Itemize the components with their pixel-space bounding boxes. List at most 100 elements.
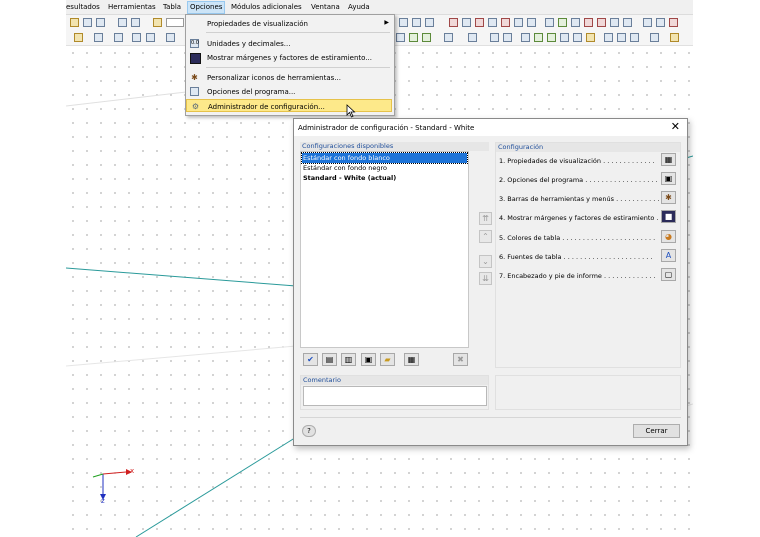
menu-item-program-options[interactable]: Opciones del programa... — [186, 85, 392, 98]
toolbar-icon[interactable] — [409, 33, 418, 42]
toolbar-icon[interactable] — [610, 18, 619, 27]
delete-button[interactable]: ✖ — [453, 353, 468, 366]
toolbar-icon[interactable] — [146, 33, 155, 42]
grid-line — [135, 430, 307, 537]
toolbar-icon[interactable] — [396, 33, 405, 42]
menu-ayuda[interactable]: Ayuda — [348, 3, 370, 11]
check-button[interactable]: ✔ — [303, 353, 318, 366]
move-down-button[interactable]: ⌄ — [479, 255, 492, 268]
dialog-title-bar: Administrador de configuración - Standar… — [294, 119, 687, 136]
move-top-button[interactable]: ⇈ — [479, 212, 492, 225]
rename-button[interactable]: ▥ — [341, 353, 356, 366]
toolbar-icon[interactable] — [132, 33, 141, 42]
toolbar-icon[interactable] — [501, 18, 510, 27]
toolbar-icon[interactable] — [399, 18, 408, 27]
grid-line — [66, 267, 297, 287]
menu-ventana[interactable]: Ventana — [311, 3, 340, 11]
list-item[interactable]: Standard - White (actual) — [302, 173, 467, 183]
font-icon[interactable]: A — [661, 249, 676, 262]
toolbar-icon[interactable] — [643, 18, 652, 27]
toolbar-icon[interactable] — [670, 33, 679, 42]
export-button[interactable]: ▦ — [404, 353, 419, 366]
config-manager-icon: ⚙ — [191, 102, 200, 111]
toolbar-icon[interactable] — [503, 33, 512, 42]
toolbar-icon[interactable] — [83, 18, 92, 27]
toolbar-icon[interactable] — [425, 18, 434, 27]
menu-separator — [206, 67, 390, 68]
close-icon[interactable]: ✕ — [671, 121, 680, 133]
toolbar-icon[interactable] — [527, 18, 536, 27]
toolbar-icon[interactable] — [558, 18, 567, 27]
move-up-button[interactable]: ⌃ — [479, 230, 492, 243]
menu-item-display-properties[interactable]: Propiedades de visualización ▶ — [186, 17, 392, 30]
toolbar-icon[interactable] — [449, 18, 458, 27]
toolbar-icon[interactable] — [70, 18, 79, 27]
toolbar-icon[interactable] — [650, 33, 659, 42]
toolbar-icon[interactable] — [571, 18, 580, 27]
toolbar-icon[interactable] — [166, 33, 175, 42]
toolbar-icon[interactable] — [545, 18, 554, 27]
toolbar-icon[interactable] — [114, 33, 123, 42]
report-icon[interactable]: ▢ — [661, 268, 676, 281]
toolbar-icon[interactable] — [547, 33, 556, 42]
config-item-display-properties: 1. Propiedades de visualización . . . . … — [499, 157, 655, 165]
menu-resultados[interactable]: esultados — [66, 3, 100, 11]
x-axis-line — [102, 471, 127, 475]
help-button[interactable]: ? — [302, 425, 316, 437]
toolbar-icon[interactable] — [118, 18, 127, 27]
toolbar-icon[interactable] — [475, 18, 484, 27]
config-item-margins: 4. Mostrar márgenes y factores de estira… — [499, 214, 663, 222]
comment-field[interactable] — [303, 386, 487, 406]
toolbar-icon[interactable] — [96, 18, 105, 27]
list-item[interactable]: Estándar con fondo negro — [302, 163, 467, 173]
toolbar-icon[interactable] — [586, 33, 595, 42]
toolbar-icon[interactable] — [131, 18, 140, 27]
menu-herramientas[interactable]: Herramientas — [108, 3, 156, 11]
open-button[interactable]: ▰ — [380, 353, 395, 366]
toolbar-icon[interactable] — [490, 33, 499, 42]
margins-icon[interactable]: ■ — [661, 210, 676, 223]
toolbar-icon[interactable] — [656, 18, 665, 27]
menu-item-customize-toolbar[interactable]: ✱ Personalizar iconos de herramientas... — [186, 71, 392, 84]
toolbar-icon[interactable] — [573, 33, 582, 42]
toolbar-icon[interactable] — [94, 33, 103, 42]
toolbar-combo[interactable] — [166, 18, 184, 27]
close-button[interactable]: Cerrar — [633, 424, 680, 438]
toolbar-icon[interactable] — [412, 18, 421, 27]
program-options-icon[interactable]: ▣ — [661, 172, 676, 185]
toolbar-icon[interactable] — [153, 18, 162, 27]
move-bottom-button[interactable]: ⇊ — [479, 272, 492, 285]
menu-item-config-manager[interactable]: ⚙ Administrador de configuración... — [186, 99, 392, 112]
toolbar-icon[interactable] — [623, 18, 632, 27]
menu-item-units[interactable]: 0.0 Unidades y decimales... — [186, 37, 392, 50]
display-properties-icon[interactable]: ▦ — [661, 153, 676, 166]
menu-item-margins[interactable]: Mostrar márgenes y factores de estiramie… — [186, 51, 392, 64]
help-icon: ? — [307, 427, 311, 435]
menu-tabla[interactable]: Tabla — [163, 3, 181, 11]
toolbar-icon[interactable] — [514, 18, 523, 27]
toolbar-icon[interactable] — [597, 18, 606, 27]
toolbar-icon[interactable] — [521, 33, 530, 42]
menu-opciones[interactable]: Opciones — [187, 1, 226, 14]
toolbar-icon[interactable] — [534, 33, 543, 42]
toolbar-icon[interactable] — [560, 33, 569, 42]
toolbar-icon[interactable] — [462, 18, 471, 27]
list-item[interactable]: Estándar con fondo blanco — [301, 152, 468, 164]
toolbar-icon[interactable] — [604, 33, 613, 42]
menu-modulos-adicionales[interactable]: Módulos adicionales — [231, 3, 302, 11]
toolbar-icon[interactable] — [422, 33, 431, 42]
program-options-icon — [190, 87, 199, 96]
toolbar-icon[interactable] — [669, 18, 678, 27]
toolbar-icon[interactable] — [468, 33, 477, 42]
toolbar-icon[interactable] — [584, 18, 593, 27]
toolbar-icon[interactable] — [74, 33, 83, 42]
toolbar-icon[interactable] — [617, 33, 626, 42]
toolbar-icon[interactable] — [444, 33, 453, 42]
toolbars-icon[interactable]: ✱ — [661, 191, 676, 204]
footer-divider — [300, 417, 681, 418]
new-config-button[interactable]: ▤ — [322, 353, 337, 366]
toolbar-icon[interactable] — [630, 33, 639, 42]
save-button[interactable]: ▣ — [361, 353, 376, 366]
toolbar-icon[interactable] — [488, 18, 497, 27]
color-palette-icon[interactable]: ◕ — [661, 230, 676, 243]
